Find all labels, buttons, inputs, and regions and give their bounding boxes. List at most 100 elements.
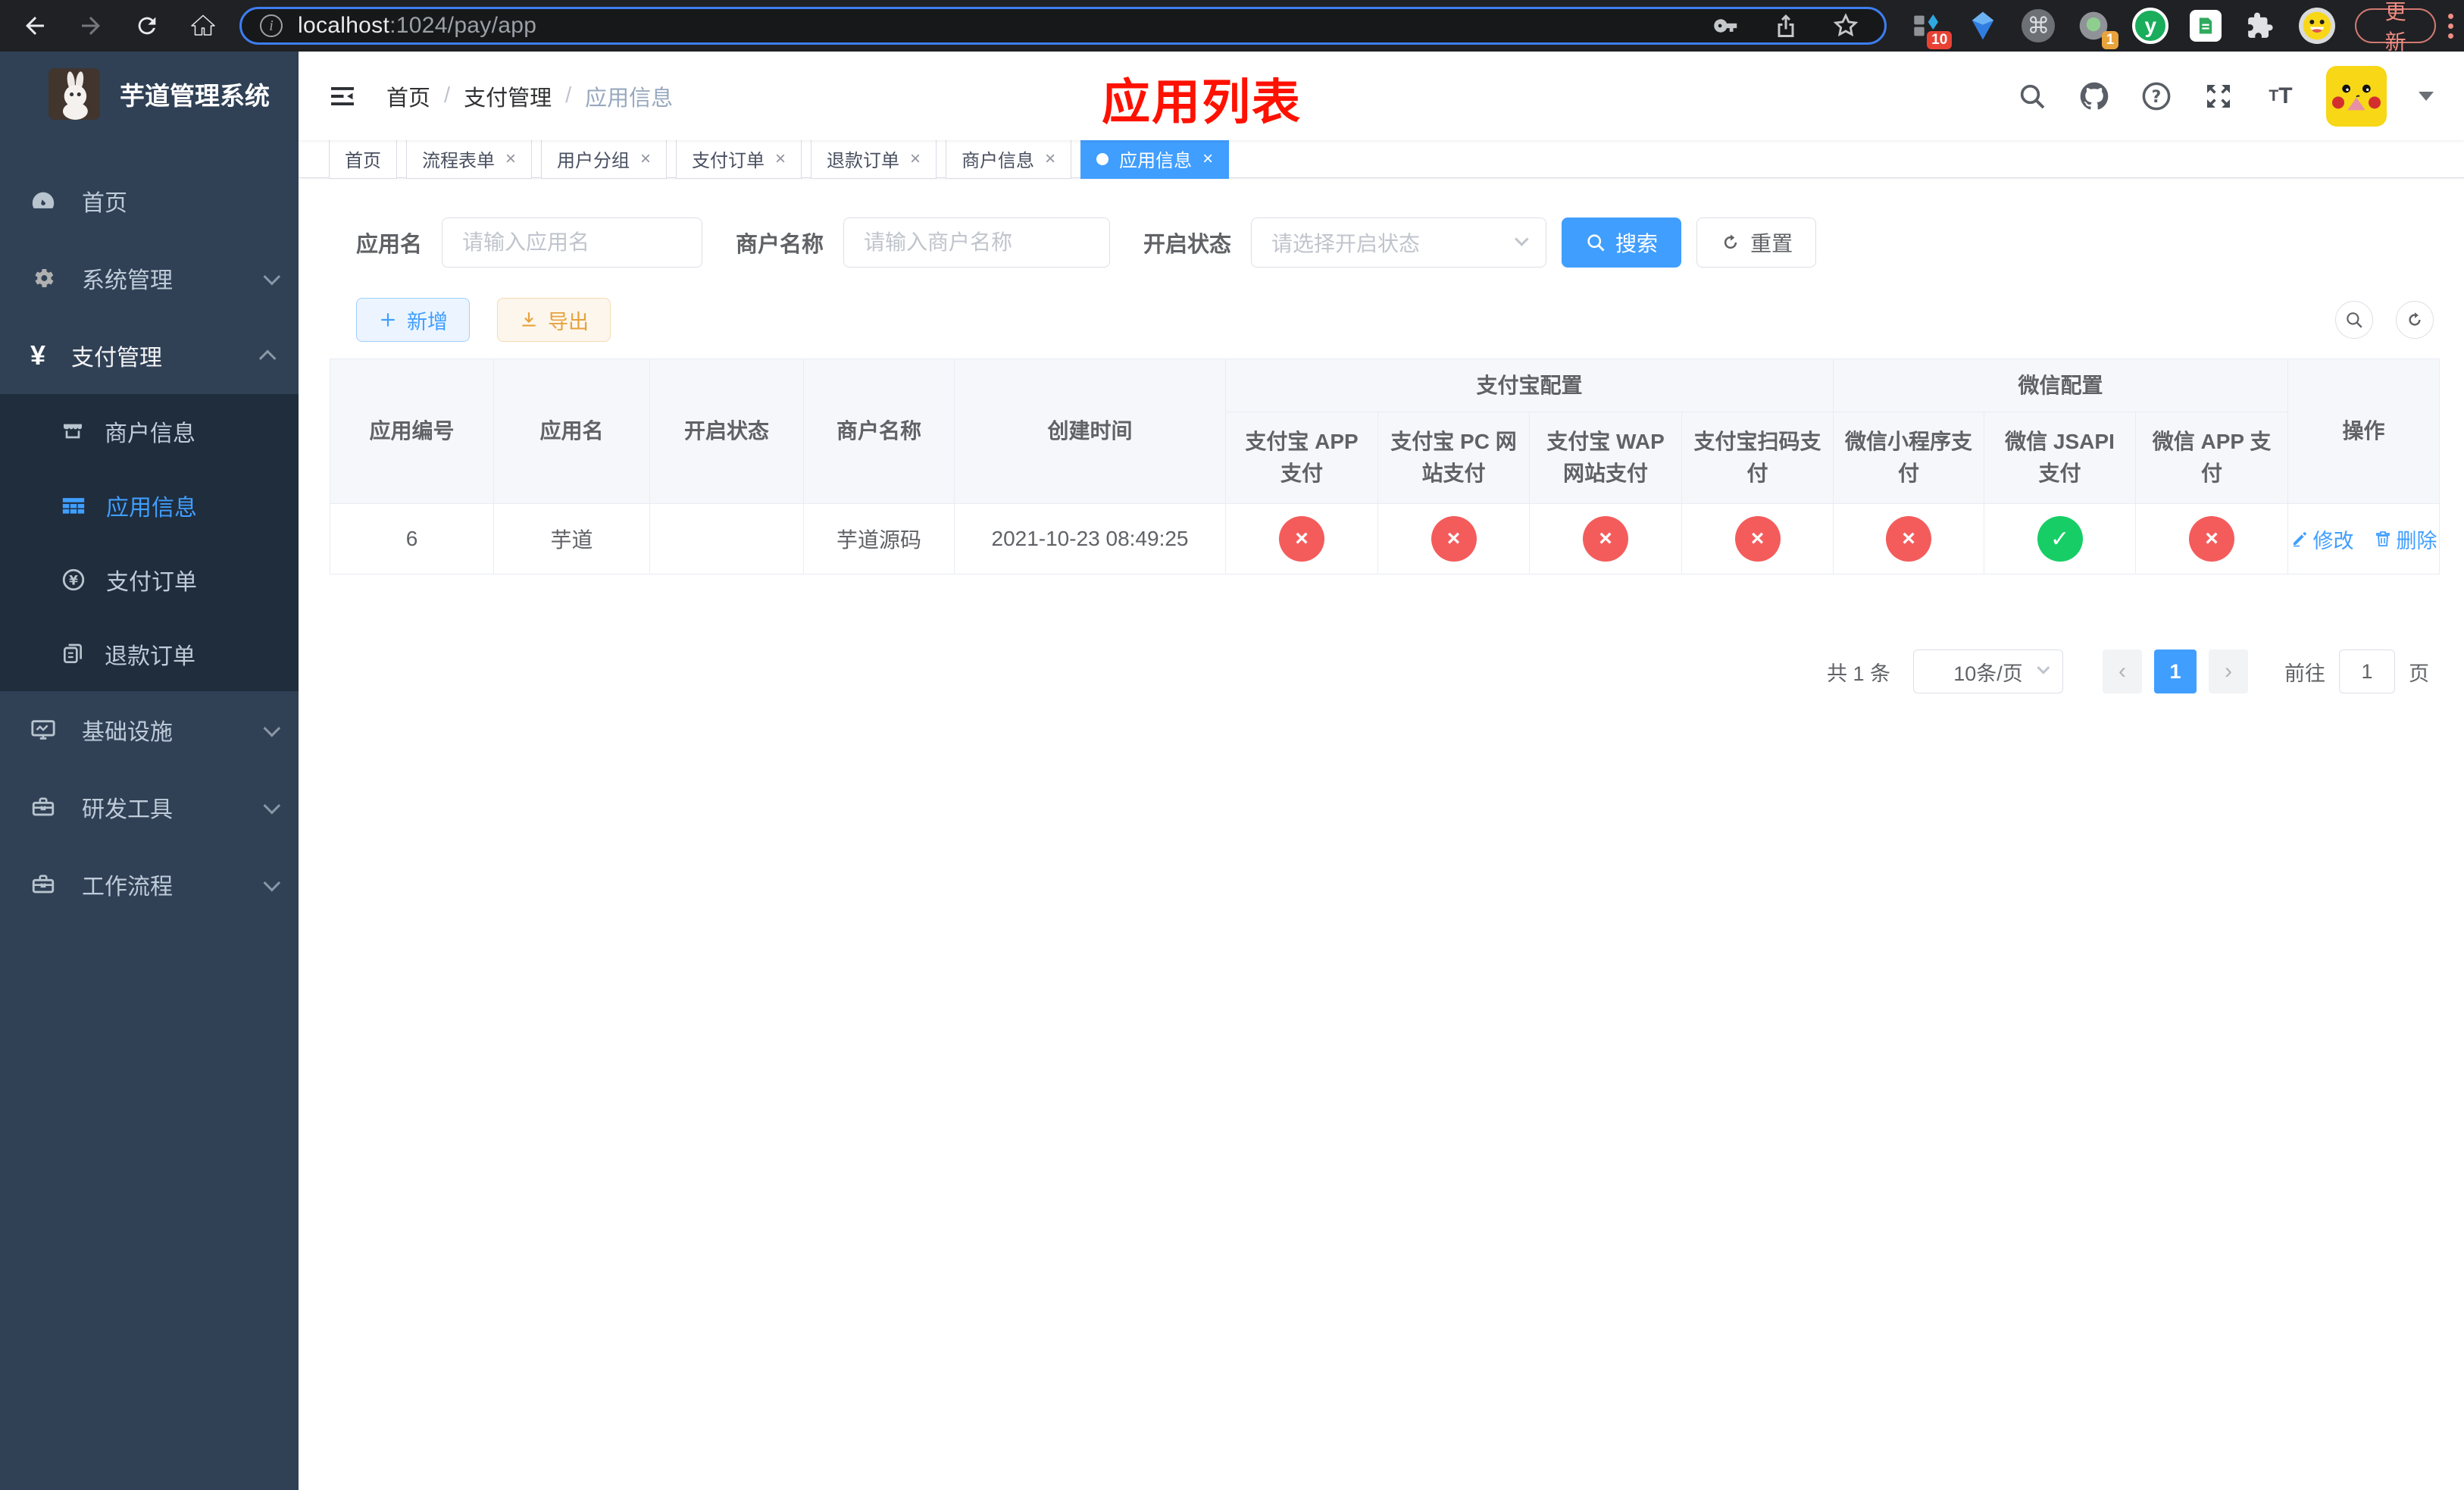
status-label: 开启状态 [1143,233,1232,257]
cell-created: 2021-10-23 08:49:25 [954,503,1226,574]
add-button[interactable]: 新增 [356,298,470,342]
menu-fold-icon[interactable] [329,83,356,110]
yen-circle-icon: ¥ [61,567,86,593]
hide-search-icon[interactable] [2335,301,2373,339]
sidebar-item-workflow[interactable]: 工作流程 [0,846,299,923]
sidebar-item-dev-tools[interactable]: 研发工具 [0,768,299,846]
extension-sidepanel-icon[interactable]: 10 [1909,8,1953,49]
sidebar: 芋道管理系统 首页 系统管理 ¥ 支付管理 商户信息 应用信息 ¥ 支付订单 退… [0,52,299,1490]
export-button[interactable]: 导出 [497,298,611,342]
next-page-button[interactable]: › [2209,650,2248,693]
search-form: 应用名 商户名称 开启状态 请选择开启状态 搜索 [356,218,1817,268]
tab-refund-orders[interactable]: 退款订单 [811,139,937,179]
github-icon[interactable] [2078,80,2111,113]
close-icon[interactable] [910,149,921,170]
password-key-icon[interactable] [1712,11,1740,40]
tab-pay-orders[interactable]: 支付订单 [676,139,802,179]
browser-forward-icon[interactable] [76,11,106,41]
breadcrumb-current: 应用信息 [585,86,674,111]
close-icon[interactable] [1202,149,1213,170]
goto-label: 前往 [2284,662,2325,685]
col-wx-app: 微信 APP 支付 [2135,412,2289,504]
prev-page-button[interactable]: ‹ [2103,650,2142,693]
browser-menu-icon[interactable] [2448,13,2453,39]
search-icon[interactable] [2015,80,2049,113]
sidebar-item-payment[interactable]: ¥ 支付管理 [0,317,299,394]
sidebar-item-system[interactable]: 系统管理 [0,239,299,317]
alipay-wap-status: × [1583,516,1628,562]
breadcrumb-separator [565,83,571,108]
sidebar-item-pay-orders[interactable]: ¥ 支付订单 [0,543,299,617]
extensions-puzzle-icon[interactable] [2243,8,2278,43]
sidebar-item-merchant-info[interactable]: 商户信息 [0,394,299,468]
sidebar-item-refund-orders[interactable]: 退款订单 [0,617,299,691]
close-icon[interactable] [1045,149,1055,170]
chevron-down-icon [263,719,281,737]
table-row: 6 芋道 芋道源码 2021-10-23 08:49:25 × × × × × … [330,503,2441,574]
browser-home-icon[interactable] [188,11,218,41]
sidebar-item-home[interactable]: 首页 [0,162,299,239]
gear-icon [30,265,56,291]
fullscreen-icon[interactable] [2202,80,2235,113]
close-icon[interactable] [775,149,786,170]
browser-reload-icon[interactable] [132,11,162,41]
toolbox-icon [30,794,56,820]
sidebar-item-infrastructure[interactable]: 基础设施 [0,691,299,768]
tab-user-group[interactable]: 用户分组 [541,139,668,179]
reset-button[interactable]: 重置 [1696,218,1817,268]
col-wx-jsapi: 微信 JSAPI 支付 [1984,412,2137,504]
extension-circle-icon[interactable]: 1 [2076,8,2119,49]
cell-app-name: 芋道 [493,503,650,574]
share-icon[interactable] [1772,12,1800,39]
font-size-icon[interactable]: TT [2264,80,2297,113]
tab-process-form[interactable]: 流程表单 [406,139,533,179]
emoji-avatar[interactable] [2299,8,2336,44]
refresh-icon[interactable] [2396,301,2434,339]
app-name-input[interactable] [442,218,703,268]
wx-mini-status: × [1886,516,1932,562]
search-button[interactable]: 搜索 [1562,218,1682,268]
goto-page-input[interactable] [2339,650,2395,693]
extension-diamond-icon[interactable] [1965,8,2000,43]
monitor-icon [30,717,56,743]
close-icon[interactable] [640,149,651,170]
bookmark-star-icon[interactable] [1831,11,1860,40]
page-size-select[interactable]: 10条/页 [1913,650,2063,693]
tab-home[interactable]: 首页 [329,139,397,179]
extension-badge: 10 [1927,31,1953,49]
breadcrumb-payment[interactable]: 支付管理 [464,80,552,112]
app-title: 芋道管理系统 [120,82,270,110]
wx-app-status: × [2189,516,2235,562]
yen-icon: ¥ [30,340,46,371]
tab-merchant-info[interactable]: 商户信息 [946,139,1072,179]
pagination: 共 1 条 10条/页 ‹ 1 › 前往 页 [1827,650,2429,693]
help-icon[interactable]: ? [2140,80,2173,113]
delete-button[interactable]: 删除 [2374,524,2437,554]
extension-command-icon[interactable]: ⌘ [2022,9,2056,42]
tab-app-info[interactable]: 应用信息 [1080,139,1230,179]
browser-back-icon[interactable] [20,11,50,41]
merchant-name-input[interactable] [843,218,1111,268]
close-icon[interactable] [505,149,516,170]
svg-text:?: ? [2152,87,2162,106]
address-bar[interactable]: i localhost:1024/pay/app [239,7,1887,45]
tags-view-bar: 首页 流程表单 用户分组 支付订单 退款订单 商户信息 应用信息 [299,139,2464,179]
chevron-up-icon [258,349,277,368]
browser-toolbar: i localhost:1024/pay/app 10 ⌘ 1 y 更新 [0,0,2464,54]
merchant-name-label: 商户名称 [736,233,824,257]
extension-y-icon[interactable]: y [2132,8,2169,44]
browser-update-button[interactable]: 更新 [2355,0,2436,54]
extension-doc-icon[interactable] [2190,10,2222,42]
page-number[interactable]: 1 [2154,650,2197,693]
breadcrumb-separator [444,83,450,108]
app-logo-row[interactable]: 芋道管理系统 [0,52,299,136]
chevron-down-icon [263,874,281,892]
sidebar-item-app-info[interactable]: 应用信息 [0,468,299,543]
edit-button[interactable]: 修改 [2290,524,2354,554]
user-avatar[interactable] [2326,65,2387,127]
chevron-down-icon [2037,661,2050,675]
site-info-icon[interactable]: i [260,14,283,37]
caret-down-icon[interactable] [2419,91,2434,101]
status-select[interactable]: 请选择开启状态 [1251,218,1547,268]
breadcrumb-home[interactable]: 首页 [386,80,430,112]
